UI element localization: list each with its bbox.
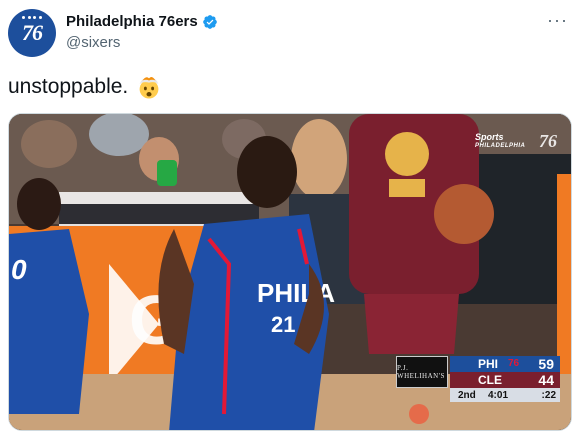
scorebug-row-phi: 76 PHI 59 bbox=[450, 356, 560, 372]
scorebug-team-name: CLE bbox=[478, 373, 502, 387]
broadcast-logo-sub: PHILADELPHIA bbox=[475, 143, 526, 149]
verified-badge-icon bbox=[202, 14, 217, 29]
avatar-logo-text: 76 bbox=[22, 20, 43, 45]
author-display-name[interactable]: Philadelphia 76ers bbox=[66, 13, 198, 30]
scorebug-shot-clock: :22 bbox=[541, 389, 556, 401]
scorebug-sponsor-text: P.J. WHELIHAN'S bbox=[397, 364, 445, 380]
scorebug-sponsor: P.J. WHELIHAN'S bbox=[396, 356, 448, 388]
scorebug-clock-row: 2nd 4:01 :22 bbox=[450, 388, 560, 402]
scorebug-team-score: 59 bbox=[538, 356, 554, 372]
scorebug: P.J. WHELIHAN'S 76 PHI 59 CLE 44 2nd 4:0… bbox=[396, 356, 560, 404]
avatar[interactable]: 76 bbox=[8, 9, 56, 57]
avatar-stars bbox=[22, 16, 42, 20]
scorebug-game-clock: 4:01 bbox=[488, 389, 509, 401]
scorebug-team-score: 44 bbox=[538, 372, 554, 388]
tweet-media-video[interactable]: G 0 PHILA 21 Sports PHILADELPHIA 76 P.J.… bbox=[8, 113, 572, 431]
tweet-text: unstoppable. bbox=[8, 74, 162, 100]
broadcast-logo-name: Sports bbox=[475, 132, 504, 142]
channel-bug: 76 bbox=[539, 131, 557, 151]
jersey-number: 21 bbox=[271, 312, 295, 337]
broadcast-logo: Sports PHILADELPHIA bbox=[475, 133, 525, 151]
scorebug-quarter: 2nd bbox=[458, 389, 476, 401]
author-handle[interactable]: @sixers bbox=[66, 34, 120, 51]
tweet-text-body: unstoppable. bbox=[8, 75, 129, 98]
exploding-head-emoji-icon bbox=[139, 76, 159, 99]
left-jersey-number: 0 bbox=[11, 254, 27, 285]
scorebug-row-cle: CLE 44 bbox=[450, 372, 560, 388]
more-options-icon[interactable]: ··· bbox=[547, 10, 568, 31]
author-name-row: Philadelphia 76ers bbox=[66, 13, 218, 30]
tweet-card: 76 Philadelphia 76ers @sixers ··· unstop… bbox=[0, 0, 578, 434]
scorebug-home-seed: 76 bbox=[508, 358, 520, 369]
